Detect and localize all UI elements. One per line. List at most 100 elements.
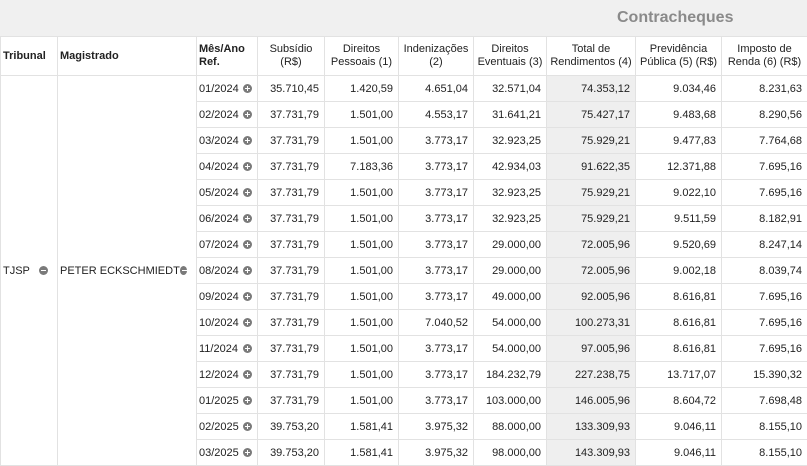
- subsidio-cell: 37.731,79: [257, 205, 325, 232]
- expand-month-icon[interactable]: [243, 421, 252, 431]
- expand-month-icon[interactable]: [243, 135, 252, 145]
- previdencia-cell: 13.717,07: [635, 361, 722, 388]
- month-cell: 12/2024: [196, 361, 258, 388]
- total-rendimentos-cell: 75.929,21: [546, 179, 636, 206]
- indenizacoes-cell: 3.773,17: [398, 179, 474, 206]
- month-cell: 03/2025: [196, 439, 258, 466]
- imposto-cell: 7.698,48: [721, 387, 807, 414]
- expand-month-icon[interactable]: [243, 109, 252, 119]
- direitos-pessoais-cell: 1.501,00: [324, 283, 399, 310]
- direitos-pessoais-cell: 1.581,41: [324, 413, 399, 440]
- indenizacoes-cell: 7.040,52: [398, 309, 474, 336]
- direitos-eventuais-cell: 32.923,25: [473, 179, 547, 206]
- indenizacoes-cell: 3.773,17: [398, 153, 474, 180]
- month-value: 11/2024: [199, 342, 238, 355]
- subsidio-cell: 37.731,79: [257, 101, 325, 128]
- month-value: 01/2024: [199, 82, 239, 95]
- column-header-magistrado[interactable]: Magistrado: [57, 36, 197, 76]
- direitos-eventuais-cell: 184.232,79: [473, 361, 547, 388]
- direitos-pessoais-cell: 1.501,00: [324, 309, 399, 336]
- expand-month-icon[interactable]: [243, 395, 252, 405]
- column-header-indenizacoes[interactable]: Indenizações (2): [398, 36, 474, 76]
- column-header-subsidio[interactable]: Subsídio (R$): [257, 36, 325, 76]
- direitos-pessoais-cell: 1.501,00: [324, 387, 399, 414]
- column-header-direitos-pessoais[interactable]: Direitos Pessoais (1): [324, 36, 399, 76]
- expand-month-icon[interactable]: [243, 265, 252, 275]
- previdencia-cell: 9.022,10: [635, 179, 722, 206]
- indenizacoes-cell: 3.773,17: [398, 257, 474, 284]
- expand-month-icon[interactable]: [243, 161, 252, 171]
- column-header-tribunal[interactable]: Tribunal: [0, 36, 58, 76]
- total-rendimentos-cell: 72.005,96: [546, 231, 636, 258]
- previdencia-cell: 8.604,72: [635, 387, 722, 414]
- imposto-cell: 7.695,16: [721, 179, 807, 206]
- month-value: 02/2024: [199, 108, 239, 121]
- expand-month-icon[interactable]: [243, 239, 252, 249]
- column-header-mes[interactable]: Mês/Ano Ref.: [196, 36, 258, 76]
- previdencia-cell: 9.483,68: [635, 101, 722, 128]
- month-cell: 09/2024: [196, 283, 258, 310]
- indenizacoes-cell: 3.773,17: [398, 361, 474, 388]
- month-value: 02/2025: [199, 420, 239, 433]
- month-cell: 03/2024: [196, 127, 258, 154]
- expand-month-icon[interactable]: [243, 317, 252, 327]
- tribunal-group-cell: TJSP: [0, 75, 58, 466]
- table-body: TJSP PETER ECKSCHMIEDT 01/2024 35.710,45…: [0, 75, 807, 466]
- previdencia-cell: 12.371,88: [635, 153, 722, 180]
- indenizacoes-cell: 3.773,17: [398, 387, 474, 414]
- month-cell: 02/2025: [196, 413, 258, 440]
- subsidio-cell: 37.731,79: [257, 153, 325, 180]
- month-cell: 06/2024: [196, 205, 258, 232]
- imposto-cell: 8.155,10: [721, 413, 807, 440]
- column-header-direitos-eventuais[interactable]: Direitos Eventuais (3): [473, 36, 547, 76]
- month-value: 09/2024: [199, 290, 239, 303]
- column-header-previdencia[interactable]: Previdência Pública (5) (R$): [635, 36, 722, 76]
- previdencia-cell: 9.046,11: [635, 439, 722, 466]
- direitos-eventuais-cell: 98.000,00: [473, 439, 547, 466]
- month-cell: 04/2024: [196, 153, 258, 180]
- total-rendimentos-cell: 146.005,96: [546, 387, 636, 414]
- imposto-cell: 7.695,16: [721, 309, 807, 336]
- direitos-eventuais-cell: 32.923,25: [473, 127, 547, 154]
- direitos-eventuais-cell: 103.000,00: [473, 387, 547, 414]
- expand-month-icon[interactable]: [243, 291, 252, 301]
- expand-month-icon[interactable]: [243, 447, 252, 457]
- subsidio-cell: 37.731,79: [257, 127, 325, 154]
- imposto-cell: 8.182,91: [721, 205, 807, 232]
- header-row: Tribunal Magistrado Mês/Ano Ref. Subsídi…: [0, 36, 807, 76]
- imposto-cell: 8.290,56: [721, 101, 807, 128]
- direitos-pessoais-cell: 1.501,00: [324, 361, 399, 388]
- indenizacoes-cell: 3.773,17: [398, 335, 474, 362]
- total-rendimentos-cell: 143.309,93: [546, 439, 636, 466]
- subsidio-cell: 37.731,79: [257, 283, 325, 310]
- expand-month-icon[interactable]: [243, 343, 252, 353]
- magistrado-group-cell: PETER ECKSCHMIEDT: [57, 75, 197, 466]
- expand-month-icon[interactable]: [243, 83, 252, 93]
- total-rendimentos-cell: 72.005,96: [546, 257, 636, 284]
- expand-month-icon[interactable]: [243, 187, 252, 197]
- subsidio-cell: 39.753,20: [257, 439, 325, 466]
- total-rendimentos-cell: 74.353,12: [546, 75, 636, 102]
- collapse-tribunal-icon[interactable]: [39, 266, 48, 275]
- month-value: 03/2024: [199, 134, 239, 147]
- report-title: Contracheques: [617, 9, 734, 26]
- total-rendimentos-cell: 133.309,93: [546, 413, 636, 440]
- total-rendimentos-cell: 91.622,35: [546, 153, 636, 180]
- direitos-eventuais-cell: 42.934,03: [473, 153, 547, 180]
- subsidio-cell: 37.731,79: [257, 257, 325, 284]
- imposto-cell: 8.247,14: [721, 231, 807, 258]
- subsidio-cell: 35.710,45: [257, 75, 325, 102]
- subsidio-cell: 37.731,79: [257, 179, 325, 206]
- collapse-magistrado-icon[interactable]: [179, 266, 187, 275]
- month-cell: 01/2024: [196, 75, 258, 102]
- expand-month-icon[interactable]: [243, 213, 252, 223]
- column-header-imposto[interactable]: Imposto de Renda (6) (R$): [721, 36, 807, 76]
- indenizacoes-cell: 3.975,32: [398, 439, 474, 466]
- direitos-eventuais-cell: 88.000,00: [473, 413, 547, 440]
- contracheques-table: Tribunal Magistrado Mês/Ano Ref. Subsídi…: [0, 36, 807, 466]
- column-header-total-rendimentos[interactable]: Total de Rendimentos (4): [546, 36, 636, 76]
- month-value: 05/2024: [199, 186, 239, 199]
- month-value: 08/2024: [199, 264, 239, 277]
- expand-month-icon[interactable]: [243, 369, 252, 379]
- month-value: 01/2025: [199, 394, 239, 407]
